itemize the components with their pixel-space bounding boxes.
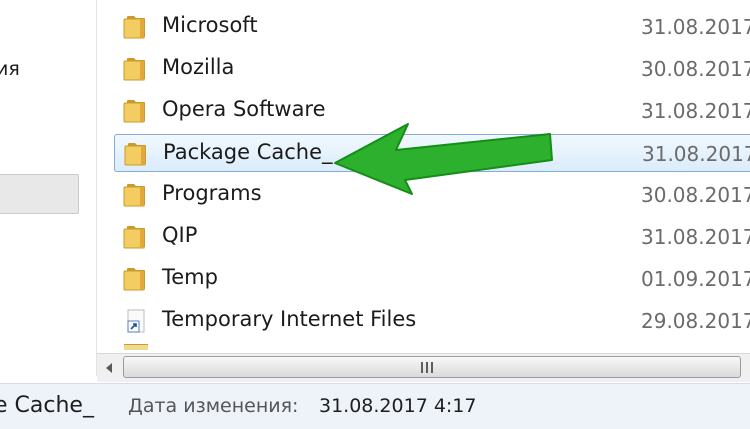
green-arrow-annotation: [334, 123, 553, 195]
